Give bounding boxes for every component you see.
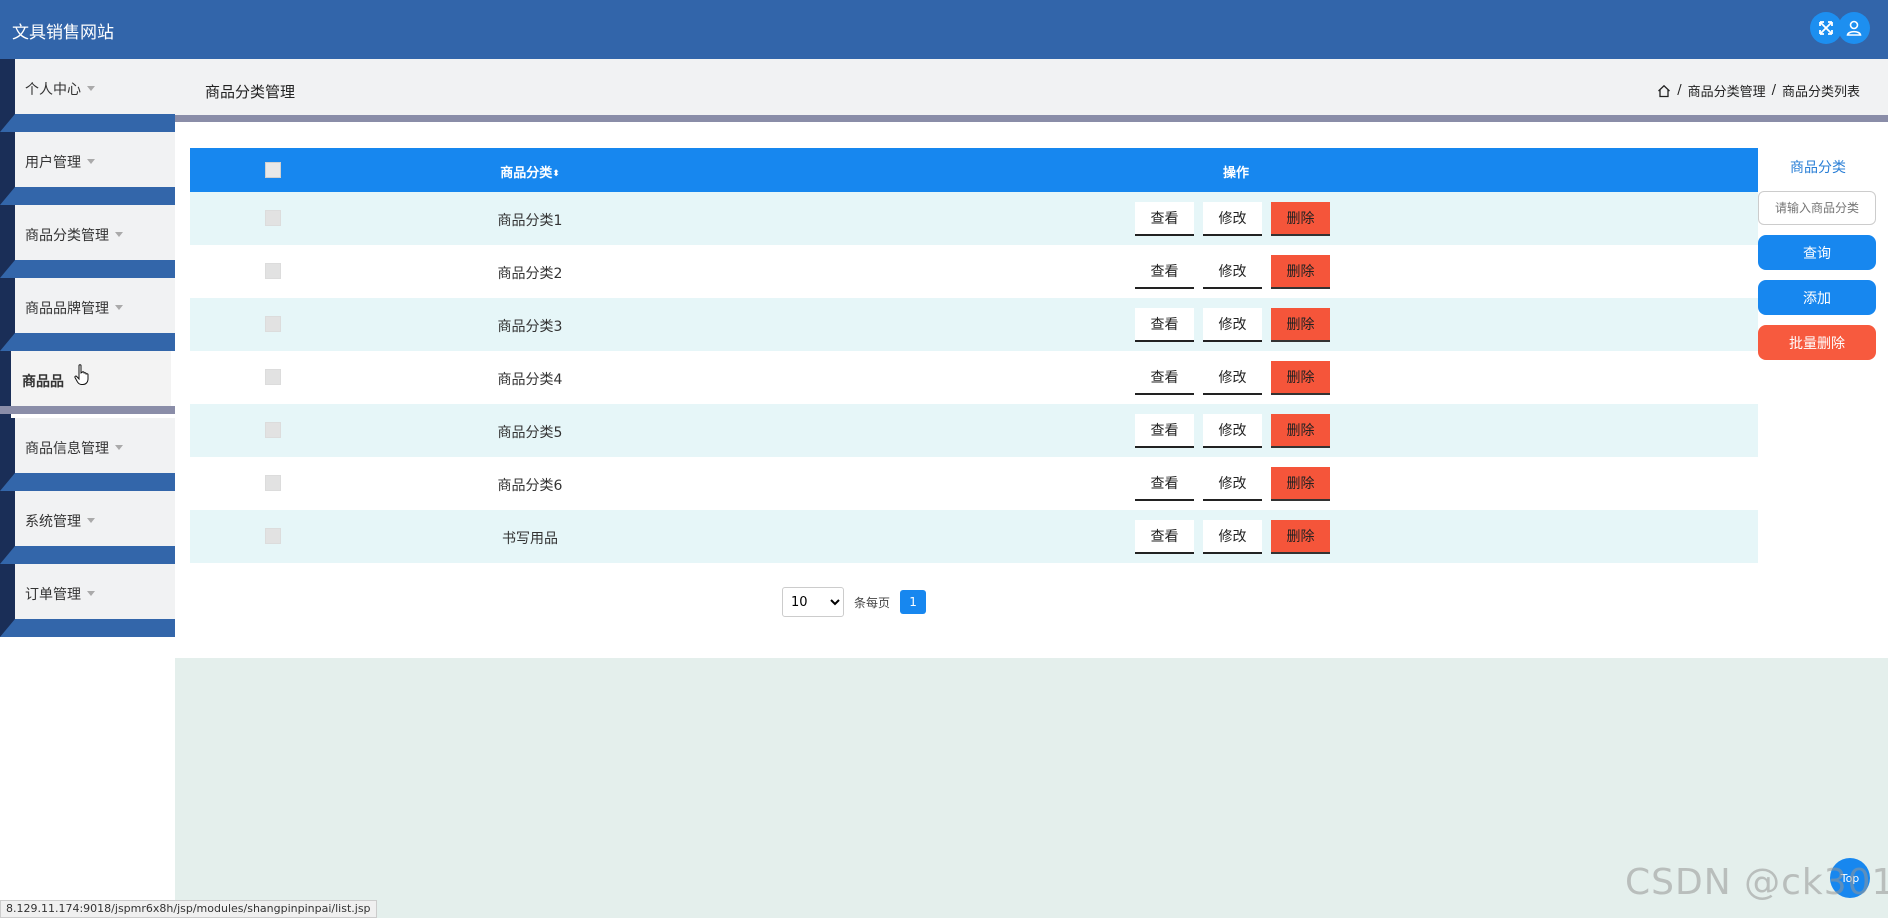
- view-button[interactable]: 查看: [1135, 202, 1194, 236]
- search-label: 商品分类: [1790, 160, 1846, 176]
- hand-cursor-icon: [74, 364, 89, 385]
- breadcrumb-separator: /: [1771, 83, 1776, 98]
- search-input[interactable]: [1758, 191, 1876, 225]
- table-row: 商品分类1 查看 修改 删除: [190, 192, 1758, 245]
- delete-button[interactable]: 删除: [1271, 202, 1330, 236]
- caret-down-icon: [115, 305, 123, 310]
- per-page-label: 条每页: [854, 595, 891, 610]
- breadcrumb: / 商品分类管理 / 商品分类列表: [1657, 81, 1860, 100]
- delete-button[interactable]: 删除: [1271, 255, 1330, 289]
- caret-down-icon: [115, 232, 123, 237]
- sidebar-item-personal-center[interactable]: 个人中心: [0, 59, 175, 132]
- sidebar-item-label: 订单管理: [25, 587, 81, 603]
- delete-button[interactable]: 删除: [1271, 308, 1330, 342]
- delete-button[interactable]: 删除: [1271, 361, 1330, 395]
- sidebar-item-label: 商品品牌管理: [25, 301, 109, 317]
- sidebar-item-brand[interactable]: 商品品牌管理: [0, 278, 175, 351]
- query-button[interactable]: 查询: [1758, 235, 1876, 270]
- edit-button[interactable]: 修改: [1203, 520, 1262, 554]
- edit-button[interactable]: 修改: [1203, 202, 1262, 236]
- table-row: 商品分类6 查看 修改 删除: [190, 457, 1758, 510]
- row-checkbox[interactable]: [265, 528, 281, 544]
- edit-button[interactable]: 修改: [1203, 467, 1262, 501]
- table-row: 商品分类3 查看 修改 删除: [190, 298, 1758, 351]
- user-button[interactable]: [1838, 12, 1870, 44]
- edit-button[interactable]: 修改: [1203, 361, 1262, 395]
- view-button[interactable]: 查看: [1135, 467, 1194, 501]
- category-name: 商品分类1: [497, 213, 563, 229]
- category-name: 商品分类3: [497, 319, 563, 335]
- watermark: CSDN @ck3018: [1625, 862, 1888, 903]
- caret-down-icon: [87, 518, 95, 523]
- edit-button[interactable]: 修改: [1203, 414, 1262, 448]
- view-button[interactable]: 查看: [1135, 414, 1194, 448]
- row-checkbox[interactable]: [265, 316, 281, 332]
- home-icon[interactable]: [1657, 84, 1671, 98]
- table-header: 商品分类⬍ 操作: [190, 148, 1758, 192]
- sidebar-item-label: 商品品: [22, 374, 64, 390]
- column-header-name[interactable]: 商品分类⬍: [480, 162, 580, 181]
- row-checkbox[interactable]: [265, 210, 281, 226]
- view-button[interactable]: 查看: [1135, 308, 1194, 342]
- row-checkbox[interactable]: [265, 263, 281, 279]
- category-name: 书写用品: [502, 531, 558, 547]
- row-checkbox[interactable]: [265, 422, 281, 438]
- column-header-ops: 操作: [1223, 166, 1250, 181]
- edit-button[interactable]: 修改: [1203, 308, 1262, 342]
- batch-delete-button[interactable]: 批量删除: [1758, 325, 1876, 360]
- table-row: 商品分类5 查看 修改 删除: [190, 404, 1758, 457]
- delete-button[interactable]: 删除: [1271, 520, 1330, 554]
- status-bar-url: 8.129.11.174:9018/jspmr6x8h/jsp/modules/…: [0, 900, 377, 918]
- breadcrumb-separator: /: [1677, 83, 1682, 98]
- delete-button[interactable]: 删除: [1271, 414, 1330, 448]
- sidebar-item-label: 个人中心: [25, 82, 81, 98]
- view-button[interactable]: 查看: [1135, 255, 1194, 289]
- user-icon: [1846, 20, 1862, 36]
- sidebar-item-users[interactable]: 用户管理: [0, 132, 175, 205]
- caret-down-icon: [87, 591, 95, 596]
- caret-down-icon: [115, 445, 123, 450]
- sidebar-item-label: 商品信息管理: [25, 441, 109, 457]
- sidebar-item-orders[interactable]: 订单管理: [0, 564, 175, 637]
- table-row: 书写用品 查看 修改 删除: [190, 510, 1758, 563]
- site-title: 文具销售网站: [12, 23, 114, 43]
- row-checkbox[interactable]: [265, 475, 281, 491]
- sidebar-item-label: 系统管理: [25, 514, 81, 530]
- row-checkbox[interactable]: [265, 369, 281, 385]
- page-button-current[interactable]: 1: [900, 590, 927, 614]
- category-name: 商品分类2: [497, 266, 563, 282]
- table-row: 商品分类4 查看 修改 删除: [190, 351, 1758, 404]
- delete-button[interactable]: 删除: [1271, 467, 1330, 501]
- sidebar-item-product-active[interactable]: 商品品: [0, 351, 175, 424]
- edit-button[interactable]: 修改: [1203, 255, 1262, 289]
- category-name: 商品分类5: [497, 425, 563, 441]
- category-table: 商品分类⬍ 操作 商品分类1 查看 修改 删除 商品分类2 查看 修改 删除 商…: [190, 148, 1758, 563]
- select-all-checkbox[interactable]: [265, 162, 281, 178]
- view-button[interactable]: 查看: [1135, 361, 1194, 395]
- breadcrumb-item: 商品分类列表: [1781, 85, 1860, 100]
- sidebar-item-product-info[interactable]: 商品信息管理: [0, 418, 175, 491]
- category-name: 商品分类6: [497, 478, 563, 494]
- page-header: 商品分类管理 / 商品分类管理 / 商品分类列表: [175, 59, 1888, 115]
- caret-down-icon: [87, 159, 95, 164]
- fullscreen-icon: [1819, 21, 1833, 35]
- sidebar: 个人中心 用户管理 商品分类管理 商品品牌管理 商品品 商品信息管理 系统管理 …: [0, 59, 175, 639]
- category-name: 商品分类4: [497, 372, 563, 388]
- breadcrumb-item[interactable]: 商品分类管理: [1688, 81, 1766, 100]
- search-panel: 商品分类 查询 添加 批量删除: [1758, 148, 1878, 360]
- top-header: 文具销售网站: [0, 0, 1888, 59]
- page-title: 商品分类管理: [205, 83, 296, 101]
- view-button[interactable]: 查看: [1135, 520, 1194, 554]
- sidebar-item-system[interactable]: 系统管理: [0, 491, 175, 564]
- caret-down-icon: [87, 86, 95, 91]
- pagination: 10 条每页 1: [782, 587, 927, 617]
- add-button[interactable]: 添加: [1758, 280, 1876, 315]
- sidebar-item-label: 用户管理: [25, 155, 81, 171]
- page-size-select[interactable]: 10: [782, 587, 844, 617]
- sidebar-item-label: 商品分类管理: [25, 228, 109, 244]
- table-row: 商品分类2 查看 修改 删除: [190, 245, 1758, 298]
- sidebar-item-category[interactable]: 商品分类管理: [0, 205, 175, 278]
- header-divider: [175, 115, 1888, 122]
- sort-icon[interactable]: ⬍: [552, 169, 560, 179]
